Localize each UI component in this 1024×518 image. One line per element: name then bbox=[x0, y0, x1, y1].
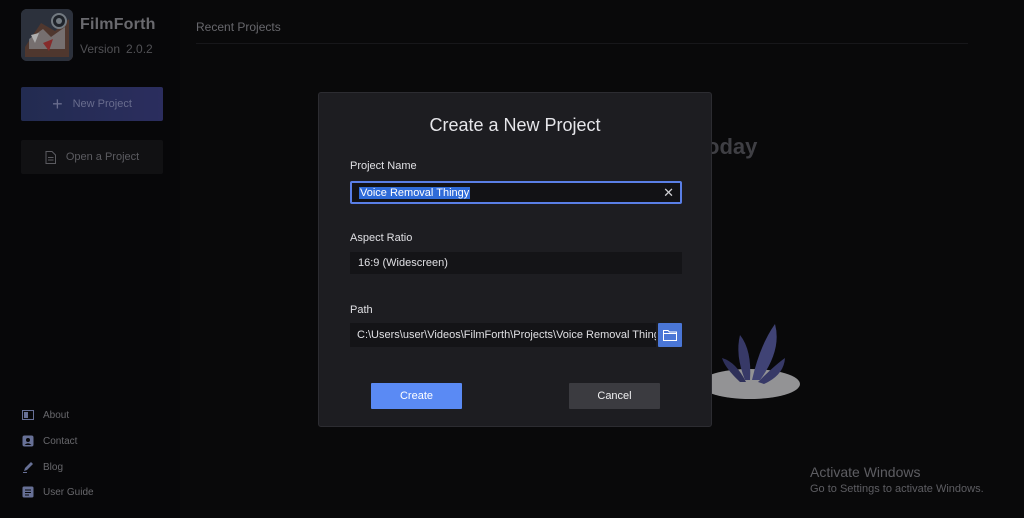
path-value: C:\Users\user\Videos\FilmForth\Projects\… bbox=[357, 329, 656, 341]
path-field[interactable]: C:\Users\user\Videos\FilmForth\Projects\… bbox=[350, 323, 656, 347]
project-name-label: Project Name bbox=[350, 160, 417, 172]
folder-icon bbox=[663, 330, 677, 341]
clear-icon[interactable]: ✕ bbox=[663, 185, 674, 201]
browse-folder-button[interactable] bbox=[658, 323, 682, 347]
create-project-dialog: Create a New Project Project Name Voice … bbox=[318, 92, 712, 427]
project-name-input[interactable]: Voice Removal Thingy ✕ bbox=[350, 181, 682, 204]
cancel-button[interactable]: Cancel bbox=[569, 383, 660, 409]
path-label: Path bbox=[350, 304, 373, 316]
aspect-ratio-select[interactable]: 16:9 (Widescreen) bbox=[350, 252, 682, 274]
dialog-title: Create a New Project bbox=[429, 115, 601, 135]
create-button[interactable]: Create bbox=[371, 383, 462, 409]
aspect-ratio-value: 16:9 (Widescreen) bbox=[358, 257, 448, 269]
project-name-value: Voice Removal Thingy bbox=[359, 186, 471, 199]
aspect-ratio-label: Aspect Ratio bbox=[350, 232, 413, 244]
